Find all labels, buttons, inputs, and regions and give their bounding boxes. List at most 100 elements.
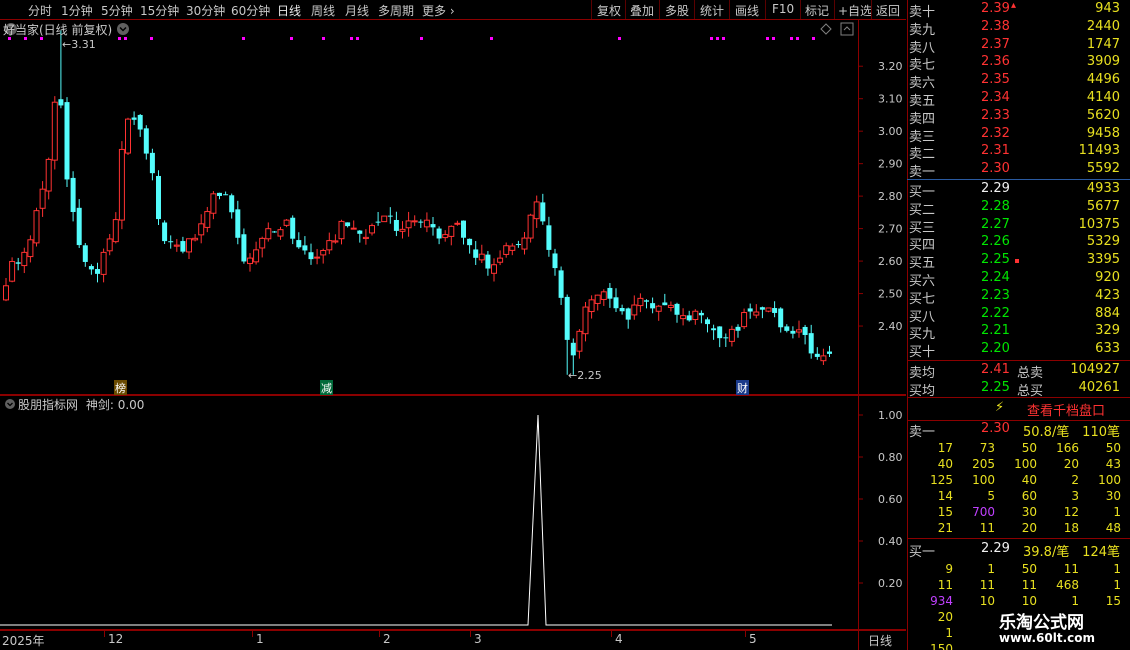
candle-body xyxy=(467,238,473,246)
candle-body xyxy=(631,304,638,316)
bid-level-row[interactable]: 买二 2.28 5677 xyxy=(907,198,1130,218)
level-label: 卖七 xyxy=(909,58,936,74)
candle xyxy=(747,303,753,319)
candle-body xyxy=(332,240,339,243)
candle-body xyxy=(345,222,351,227)
ask-level-row[interactable]: 卖一 2.30 5592 xyxy=(907,161,1130,180)
date-axis-period[interactable]: 日线 xyxy=(868,632,892,649)
level-price: 2.37 xyxy=(981,36,1010,52)
period-tab-multi[interactable]: 多周期 xyxy=(378,2,414,19)
candle xyxy=(564,294,570,375)
overlay-button[interactable]: 叠加 xyxy=(630,2,654,19)
bid-level-row[interactable]: 买九 2.21 329 xyxy=(907,323,1130,342)
level-volume: 884 xyxy=(1095,305,1120,321)
bid-level-row[interactable]: 买六 2.24 920 xyxy=(907,270,1130,289)
candle-body xyxy=(808,333,814,354)
ask-level-row[interactable]: 卖九 2.38 2440 xyxy=(907,19,1130,38)
candle xyxy=(558,266,564,305)
ask-level-row[interactable]: 卖七 2.36 3909 xyxy=(907,54,1130,74)
level-label: 买五 xyxy=(909,256,936,272)
queue-cell: 100 xyxy=(1098,473,1121,487)
bid-level-row[interactable]: 买四 2.26 5329 xyxy=(907,234,1130,253)
ask-level-row[interactable]: 卖五 2.34 4140 xyxy=(907,90,1130,109)
bid-level-row[interactable]: 买三 2.27 10375 xyxy=(907,217,1130,236)
candle xyxy=(265,222,272,242)
candle-body xyxy=(314,256,321,259)
draw-line-button[interactable]: 画线 xyxy=(735,2,759,19)
candle-body xyxy=(705,319,710,325)
candle-body xyxy=(302,245,308,251)
restore-rights-button[interactable]: 复权 xyxy=(597,2,621,19)
add-watchlist-button[interactable]: +自选 xyxy=(838,2,872,19)
period-tab-30min[interactable]: 30分钟 xyxy=(186,2,225,19)
bid-level-row[interactable]: 买一 2.29 4933 xyxy=(907,181,1130,200)
period-tab-daily[interactable]: 日线 xyxy=(277,2,301,19)
candle-body xyxy=(198,223,205,236)
collapse-icon[interactable] xyxy=(840,22,854,36)
period-tab-5min[interactable]: 5分钟 xyxy=(101,2,133,19)
statistics-button[interactable]: 统计 xyxy=(700,2,724,19)
marker-bang[interactable]: 榜 xyxy=(114,380,127,396)
ask-level-row[interactable]: 卖十 2.39 943 ▴ xyxy=(907,0,1130,20)
candle xyxy=(582,302,589,342)
period-tab-weekly[interactable]: 周线 xyxy=(311,2,335,19)
bid-level-row[interactable]: 买十 2.20 633 xyxy=(907,341,1130,360)
ask-level-row[interactable]: 卖三 2.32 9458 xyxy=(907,126,1130,145)
candle-body xyxy=(570,342,576,356)
candle-body xyxy=(784,326,790,331)
queue-cell: 30 xyxy=(1021,505,1037,519)
candle xyxy=(607,283,613,308)
candle xyxy=(45,157,52,200)
period-tab-1min[interactable]: 1分钟 xyxy=(61,2,93,19)
candle xyxy=(827,345,832,357)
bid-level-row[interactable]: 买八 2.22 884 xyxy=(907,305,1130,325)
ask-level-row[interactable]: 卖四 2.33 5620 xyxy=(907,108,1130,127)
level-label: 买六 xyxy=(909,274,936,289)
candle xyxy=(229,193,235,219)
marker-jian[interactable]: 减 xyxy=(320,380,333,396)
candle-body xyxy=(64,102,70,180)
candle-body xyxy=(247,257,253,265)
candlestick-chart[interactable]: 3.20 3.10 3.00 2.90 2.80 2.70 2.60 2.50 2.40 xyxy=(0,20,906,395)
candle xyxy=(533,195,540,228)
candle-body xyxy=(369,225,375,234)
view-depth-button[interactable]: ⚡ 查看千档盘口 xyxy=(907,399,1130,419)
diamond-icon[interactable] xyxy=(820,23,832,35)
candle-body xyxy=(143,128,149,154)
candle xyxy=(345,222,351,228)
signal-dot xyxy=(790,37,793,40)
bid-level-row[interactable]: 买五 2.25 3395 xyxy=(907,252,1130,272)
candle-body xyxy=(45,158,52,192)
candle xyxy=(70,171,76,222)
candle xyxy=(411,215,418,227)
candle-body xyxy=(290,217,296,239)
mark-button[interactable]: 标记 xyxy=(805,2,829,19)
candle-body xyxy=(600,291,607,300)
back-button[interactable]: 返回 xyxy=(876,2,900,19)
sell1-queue-label: 卖一 xyxy=(909,425,936,440)
bid-level-row[interactable]: 买七 2.23 423 xyxy=(907,288,1130,307)
period-tab-15min[interactable]: 15分钟 xyxy=(140,2,179,19)
indicator-chart[interactable]: 1.00 0.80 0.60 0.40 0.20 xyxy=(0,396,906,630)
title-dropdown-icon[interactable] xyxy=(116,22,130,36)
candle-body xyxy=(326,240,333,251)
candle-body xyxy=(735,326,741,331)
period-tab-more[interactable]: 更多 › xyxy=(422,2,455,19)
candle-body xyxy=(70,177,76,212)
candle xyxy=(39,181,46,217)
marker-cai[interactable]: 财 xyxy=(736,380,749,396)
candle-body xyxy=(655,305,662,312)
period-tab-monthly[interactable]: 月线 xyxy=(345,2,369,19)
ask-level-row[interactable]: 卖八 2.37 1747 xyxy=(907,36,1130,56)
period-tab-60min[interactable]: 60分钟 xyxy=(231,2,270,19)
ask-level-row[interactable]: 卖二 2.31 11493 xyxy=(907,143,1130,162)
level-price: 2.28 xyxy=(981,198,1010,214)
ask-level-row[interactable]: 卖六 2.35 4496 xyxy=(907,72,1130,91)
period-tab-timeshare[interactable]: 分时 xyxy=(28,2,52,19)
candle xyxy=(95,262,100,283)
f10-button[interactable]: F10 xyxy=(772,2,794,16)
level-price: 2.35 xyxy=(981,72,1010,88)
indicator-menu-icon[interactable] xyxy=(4,398,16,410)
price-tick-label: 2.80 xyxy=(878,190,903,203)
multi-stock-button[interactable]: 多股 xyxy=(665,2,689,19)
